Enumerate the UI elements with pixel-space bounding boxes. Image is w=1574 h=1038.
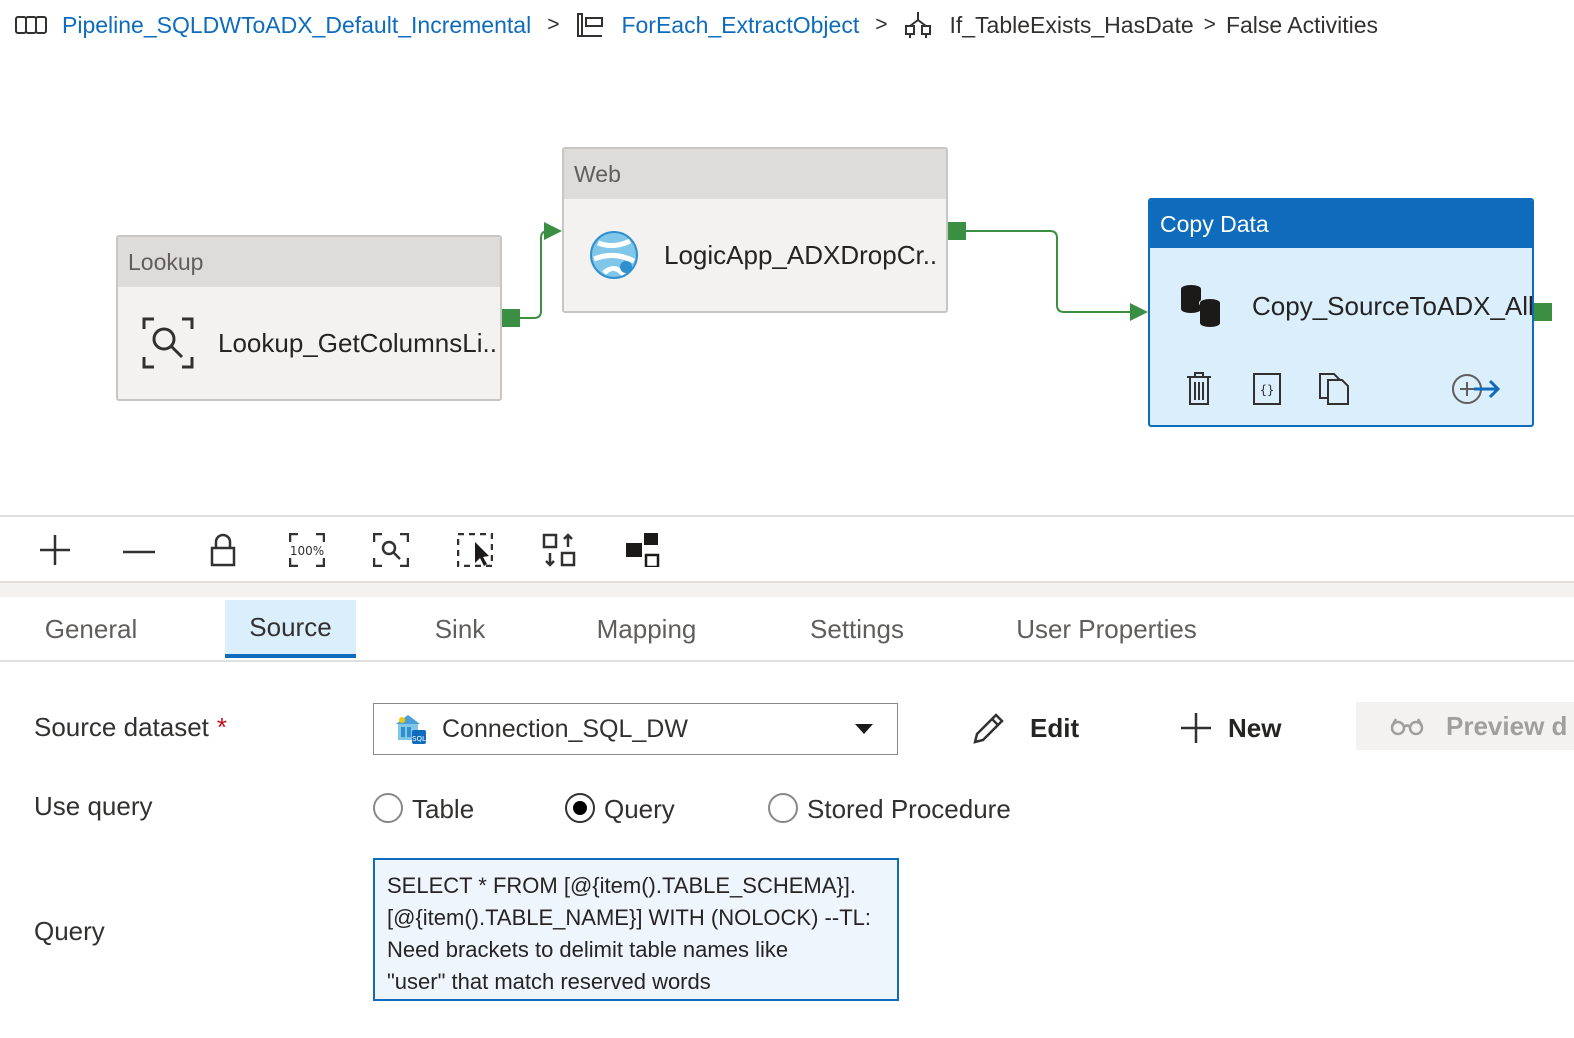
pencil-icon — [972, 711, 1006, 745]
required-marker: * — [216, 712, 228, 742]
svg-text:{}: {} — [1260, 383, 1274, 397]
panel-splitter[interactable] — [0, 583, 1574, 597]
source-dataset-dropdown[interactable]: SQL Connection_SQL_DW — [373, 703, 898, 755]
preview-label: Preview d — [1446, 710, 1568, 741]
activity-lookup[interactable]: Lookup Lookup_GetColumnsLi.. — [116, 235, 502, 401]
new-button[interactable]: New — [1180, 708, 1281, 748]
activity-type-label: Copy Data — [1150, 200, 1532, 248]
plus-icon — [1180, 712, 1212, 744]
radio-query[interactable] — [565, 793, 595, 823]
use-query-label: Use query — [34, 791, 153, 821]
toolbar-top-divider — [0, 515, 1574, 517]
output-port[interactable] — [948, 222, 966, 240]
output-port[interactable] — [1534, 303, 1552, 321]
activity-name: LogicApp_ADXDropCr.. — [664, 239, 938, 270]
edit-button[interactable]: Edit — [972, 708, 1079, 748]
source-dataset-label: Source dataset * — [34, 712, 228, 742]
svg-text:100%: 100% — [290, 544, 324, 558]
edit-label: Edit — [1030, 712, 1080, 743]
activity-type-label: Web — [564, 149, 946, 199]
activity-copy-data[interactable]: Copy Data Copy_SourceToADX_All {} — [1148, 198, 1534, 427]
radio-query-label[interactable]: Query — [604, 794, 675, 825]
activity-name: Lookup_GetColumnsLi.. — [218, 327, 497, 358]
tab-sink[interactable]: Sink — [415, 600, 505, 658]
activity-web[interactable]: Web LogicApp_ADXDropCr.. — [562, 147, 948, 313]
query-textbox[interactable]: SELECT * FROM [@{item().TABLE_SCHEMA}]. … — [373, 858, 899, 1001]
auto-align-icon[interactable] — [537, 528, 581, 572]
tabs-divider — [0, 660, 1574, 662]
zoom-100-icon[interactable]: 100% — [285, 528, 329, 572]
query-line: "user" that match reserved words — [387, 969, 711, 994]
copy-data-icon — [1178, 283, 1224, 329]
activity-type-label: Lookup — [118, 237, 500, 287]
tab-general[interactable]: General — [26, 600, 156, 658]
select-area-icon[interactable] — [453, 528, 497, 572]
preview-data-button[interactable]: Preview d — [1356, 702, 1574, 750]
radio-table-label[interactable]: Table — [412, 794, 474, 825]
tab-mapping[interactable]: Mapping — [574, 600, 719, 658]
web-globe-icon — [588, 229, 640, 281]
activity-name: Copy_SourceToADX_All — [1252, 290, 1534, 321]
query-line: [@{item().TABLE_NAME}] WITH (NOLOCK) --T… — [387, 905, 871, 930]
new-label: New — [1228, 712, 1282, 743]
zoom-in-icon[interactable] — [33, 528, 77, 572]
clone-icon[interactable] — [1318, 372, 1350, 411]
sql-dw-icon: SQL — [394, 712, 428, 746]
tab-settings[interactable]: Settings — [790, 600, 924, 658]
query-line: SELECT * FROM [@{item().TABLE_SCHEMA}]. — [387, 873, 856, 898]
source-dataset-value: Connection_SQL_DW — [442, 714, 688, 743]
radio-table[interactable] — [373, 793, 403, 823]
output-port[interactable] — [502, 309, 520, 327]
glasses-icon — [1390, 716, 1424, 736]
zoom-to-fit-icon[interactable] — [369, 528, 413, 572]
code-icon[interactable]: {} — [1252, 372, 1282, 411]
lookup-icon — [142, 317, 194, 369]
query-label: Query — [34, 916, 105, 946]
tab-user-properties[interactable]: User Properties — [994, 600, 1219, 658]
query-line: Need brackets to delimit table names lik… — [387, 937, 789, 962]
minimap-icon[interactable] — [621, 528, 665, 572]
chevron-down-icon — [855, 724, 873, 734]
add-output-icon[interactable] — [1450, 372, 1502, 411]
zoom-out-icon[interactable] — [117, 528, 161, 572]
tab-source[interactable]: Source — [225, 600, 356, 658]
radio-selected-dot — [573, 801, 587, 815]
lock-icon[interactable] — [201, 528, 245, 572]
svg-text:SQL: SQL — [412, 735, 426, 743]
delete-icon[interactable] — [1186, 372, 1212, 411]
radio-stored-procedure[interactable] — [768, 793, 798, 823]
radio-stored-procedure-label[interactable]: Stored Procedure — [807, 794, 1011, 825]
